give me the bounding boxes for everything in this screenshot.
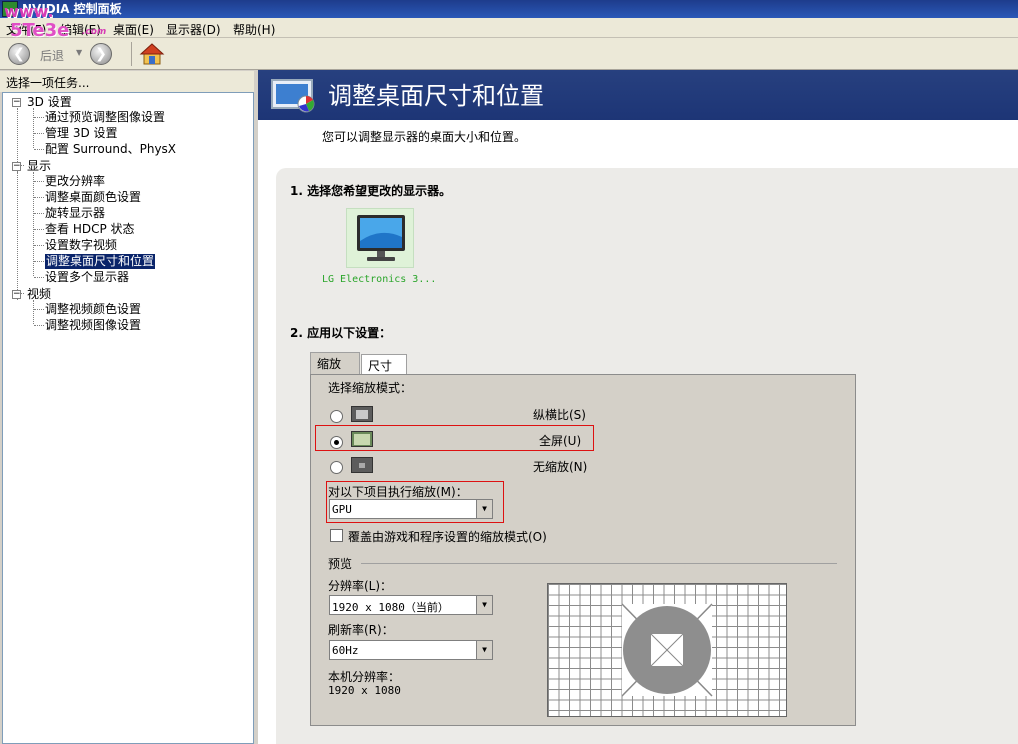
tree-item-surround-physx[interactable]: 配置 Surround、PhysX (45, 142, 176, 157)
tree-item-video-color[interactable]: 调整视频颜色设置 (45, 302, 141, 317)
tree-item-change-resolution[interactable]: 更改分辨率 (45, 174, 105, 189)
scaling-mode-label: 选择缩放模式： (328, 381, 413, 395)
page-description: 您可以调整显示器的桌面大小和位置。 (322, 130, 527, 144)
no-scaling-icon (351, 457, 373, 473)
tab-strip: 缩放 尺寸 (310, 352, 856, 375)
display-settings-icon (270, 78, 318, 114)
native-resolution-label: 本机分辨率： (328, 670, 401, 684)
tab-scaling[interactable]: 缩放 (310, 352, 360, 375)
full-screen-label[interactable]: 全屏(U) (539, 432, 581, 449)
collapse-display-icon[interactable]: − (12, 162, 21, 171)
step-1-title: 1. 选择您希望更改的显示器。 (290, 184, 452, 198)
window-title: NVIDIA 控制面板 (22, 2, 122, 16)
override-scaling-label[interactable]: 覆盖由游戏和程序设置的缩放模式(O) (348, 528, 547, 545)
home-icon[interactable] (139, 42, 165, 66)
perform-scaling-label: 对以下项目执行缩放(M)： (328, 485, 468, 499)
back-arrow-icon[interactable]: ❮ (8, 43, 30, 65)
perform-scaling-select[interactable]: GPU ▼ (329, 499, 493, 519)
tree-item-digital-video[interactable]: 设置数字视频 (45, 238, 117, 253)
toolbar: ❮ 后退 ▼ ❯ (0, 38, 1018, 70)
dropdown-arrow-icon[interactable]: ▼ (476, 641, 492, 659)
native-resolution-value: 1920 x 1080 (328, 684, 401, 697)
tree-item-video-image[interactable]: 调整视频图像设置 (45, 318, 141, 333)
step-2-title: 2. 应用以下设置： (290, 326, 392, 340)
refresh-rate-value: 60Hz (332, 644, 359, 657)
tree-item-desktop-color[interactable]: 调整桌面颜色设置 (45, 190, 141, 205)
menu-desktop[interactable]: 桌面(E) (113, 21, 154, 38)
aspect-ratio-radio[interactable] (330, 410, 343, 423)
dropdown-arrow-icon[interactable]: ▼ (476, 500, 492, 518)
preview-group-label: 预览 (328, 557, 353, 571)
task-pane-header: 选择一项任务... (0, 71, 256, 92)
settings-panel: 1. 选择您希望更改的显示器。 LG Electronics 3... 2. 应… (276, 168, 1018, 744)
tree-item-multiple-displays[interactable]: 设置多个显示器 (45, 270, 129, 285)
tree-item-preview-image[interactable]: 通过预览调整图像设置 (45, 110, 165, 125)
monitor-icon (357, 215, 405, 261)
back-button-label[interactable]: 后退 (40, 47, 64, 64)
collapse-3d-icon[interactable]: − (12, 98, 21, 107)
content-pane: 调整桌面尺寸和位置 您可以调整显示器的桌面大小和位置。 1. 选择您希望更改的显… (258, 70, 1018, 744)
menu-bar: 文件(F) 编辑(E) 桌面(E) 显示器(D) 帮助(H) (0, 18, 1018, 38)
menu-file[interactable]: 文件(F) (6, 21, 46, 38)
tree-item-hdcp-status[interactable]: 查看 HDCP 状态 (45, 222, 135, 237)
tree-item-manage-3d[interactable]: 管理 3D 设置 (45, 126, 118, 141)
page-title: 调整桌面尺寸和位置 (328, 82, 544, 110)
monitor-selector[interactable] (346, 208, 414, 268)
menu-display[interactable]: 显示器(D) (166, 21, 221, 38)
dropdown-arrow-icon[interactable]: ▼ (476, 596, 492, 614)
forward-arrow-icon[interactable]: ❯ (90, 43, 112, 65)
nvidia-app-icon (2, 1, 18, 17)
task-tree: − 3D 设置 通过预览调整图像设置 管理 3D 设置 配置 Surround、… (2, 92, 254, 744)
page-banner: 调整桌面尺寸和位置 (258, 70, 1018, 120)
monitor-name-label[interactable]: LG Electronics 3... (322, 274, 436, 285)
resolution-value: 1920 x 1080（当前） (332, 601, 449, 614)
no-scaling-radio[interactable] (330, 461, 343, 474)
no-scaling-label[interactable]: 无缩放(N) (533, 458, 587, 475)
tab-size[interactable]: 尺寸 (361, 354, 407, 375)
tree-item-desktop-size-position[interactable]: 调整桌面尺寸和位置 (45, 254, 156, 269)
tree-item-rotate-display[interactable]: 旋转显示器 (45, 206, 105, 221)
resolution-label: 分辨率(L)： (328, 579, 393, 593)
full-screen-icon (351, 431, 373, 447)
toolbar-separator (131, 42, 132, 66)
override-scaling-checkbox[interactable] (330, 529, 343, 542)
title-bar: NVIDIA 控制面板 (0, 0, 1018, 18)
full-screen-radio[interactable] (330, 436, 343, 449)
menu-help[interactable]: 帮助(H) (233, 21, 275, 38)
scaling-preview-image (547, 583, 787, 717)
refresh-rate-select[interactable]: 60Hz ▼ (329, 640, 493, 660)
resolution-select[interactable]: 1920 x 1080（当前） ▼ (329, 595, 493, 615)
scaling-tab-content: 选择缩放模式： 纵横比(S) 全屏(U) 无缩放(N) 对以下项目执行缩放(M)… (310, 374, 856, 726)
aspect-ratio-icon (351, 406, 373, 422)
aspect-ratio-label[interactable]: 纵横比(S) (533, 406, 586, 423)
perform-scaling-value: GPU (332, 503, 352, 516)
refresh-rate-label: 刷新率(R)： (328, 623, 394, 637)
back-dropdown-icon[interactable]: ▼ (76, 48, 82, 57)
menu-edit[interactable]: 编辑(E) (60, 21, 101, 38)
collapse-video-icon[interactable]: − (12, 290, 21, 299)
tree-group-display[interactable]: 显示 (27, 159, 51, 174)
preview-group-divider (361, 563, 837, 564)
tree-group-video[interactable]: 视频 (27, 287, 51, 302)
